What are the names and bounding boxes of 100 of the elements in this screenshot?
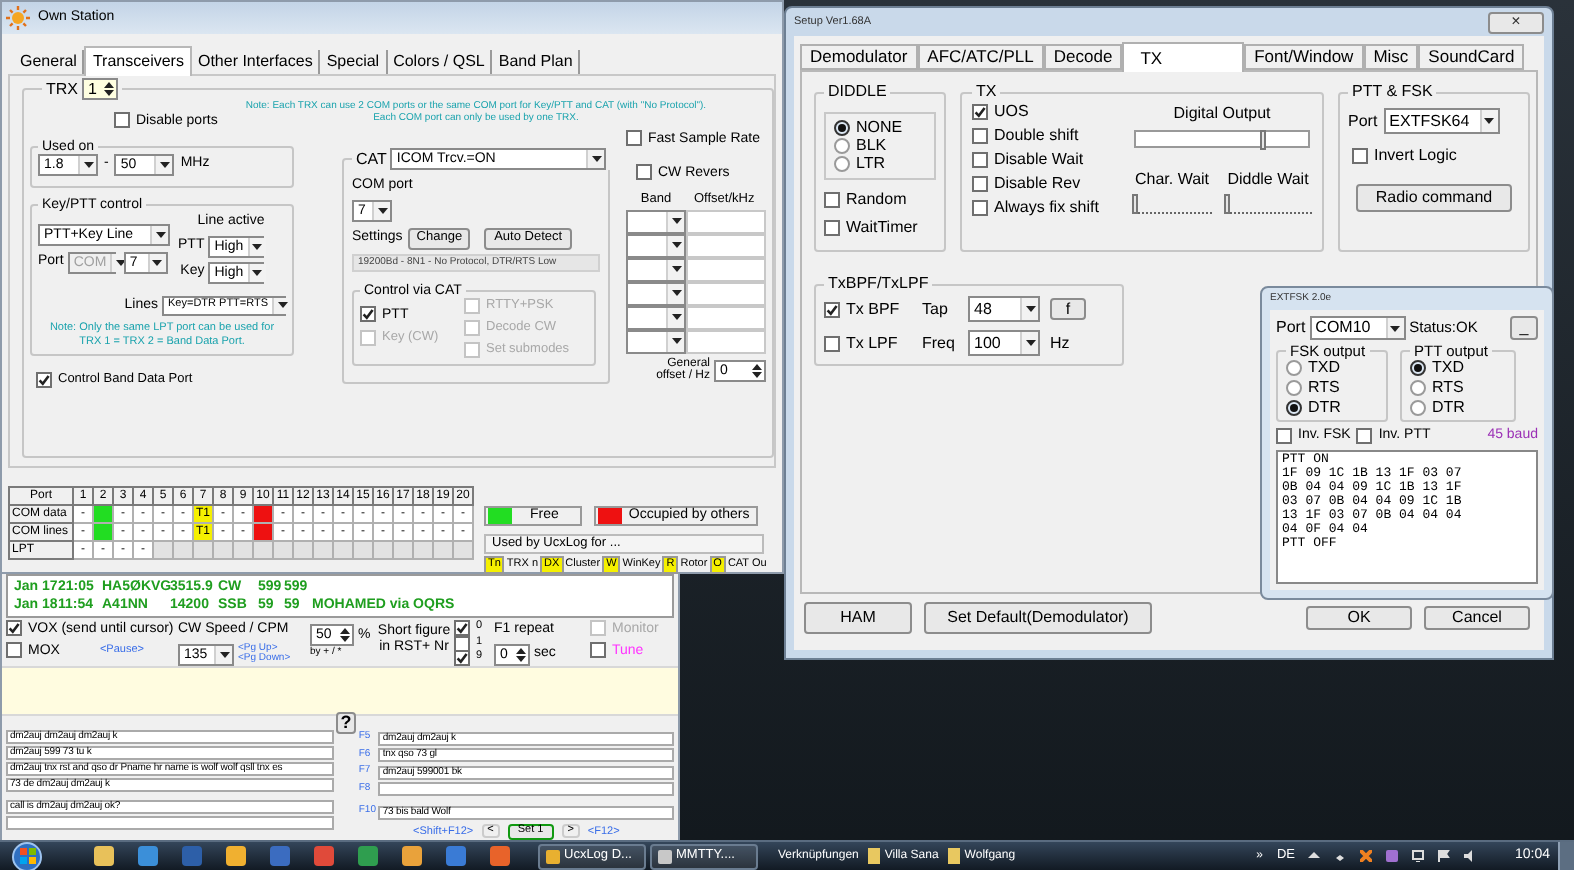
checkbox[interactable]: Tx LPF xyxy=(824,335,916,351)
app-icon[interactable] xyxy=(182,846,202,866)
caret-icon xyxy=(671,290,681,297)
band-dropdown[interactable] xyxy=(626,305,686,330)
checkbox[interactable]: WaitTimer xyxy=(824,220,918,236)
spinner-arrows-icon xyxy=(102,80,116,98)
slider[interactable] xyxy=(1134,130,1310,148)
checkmark-icon xyxy=(826,303,838,315)
macro-field[interactable] xyxy=(378,782,674,796)
text-area[interactable] xyxy=(2,666,678,717)
app-icon[interactable] xyxy=(226,846,246,866)
slider[interactable] xyxy=(1224,196,1312,214)
tab[interactable]: Transceivers xyxy=(84,46,192,76)
caret-icon xyxy=(252,269,263,275)
app-icon[interactable] xyxy=(94,846,114,866)
caret-icon xyxy=(591,156,602,162)
label: Diddle Wait xyxy=(1225,168,1311,192)
help-button[interactable]: ? xyxy=(335,712,357,735)
slider-thumb[interactable] xyxy=(1260,130,1267,150)
tab[interactable]: AFC/ATC/PLL xyxy=(917,44,1044,70)
x-icon xyxy=(1360,850,1373,862)
app-icon xyxy=(658,849,672,863)
app-icon[interactable] xyxy=(446,846,466,866)
caret-icon xyxy=(671,242,681,249)
start-button[interactable] xyxy=(12,841,42,870)
close-button[interactable]: × xyxy=(1488,11,1544,33)
offset-field[interactable] xyxy=(686,209,766,234)
dropdown[interactable]: COM10 xyxy=(1309,316,1406,340)
macro-field[interactable] xyxy=(6,816,334,831)
app-icon[interactable] xyxy=(270,846,290,866)
dropdown[interactable]: 48 xyxy=(968,296,1040,322)
checkbox[interactable]: Double shift xyxy=(972,128,1120,144)
offset-field[interactable] xyxy=(686,233,766,258)
label: Tap xyxy=(922,297,950,321)
dropdown[interactable]: EXTFSK64 xyxy=(1383,108,1500,134)
band-dropdown[interactable] xyxy=(626,281,686,306)
caret-icon xyxy=(671,266,681,273)
four-squares-icon xyxy=(19,848,35,864)
caret-icon xyxy=(252,243,263,249)
checkmark-icon xyxy=(974,106,986,118)
folder-icon xyxy=(868,848,881,864)
caret-icon xyxy=(1484,118,1495,124)
caret-icon xyxy=(115,260,126,266)
spin-box[interactable]: 1 xyxy=(82,78,118,100)
checkmark-icon xyxy=(8,622,20,635)
radio-button[interactable]: BLK xyxy=(834,138,926,154)
checkmark-icon xyxy=(362,308,374,320)
offset-field[interactable] xyxy=(686,281,766,306)
dialog-button[interactable]: Set Default(Demodulator) xyxy=(924,602,1152,634)
checkbox[interactable]: Random xyxy=(824,192,907,208)
show-desktop-button[interactable] xyxy=(1558,841,1574,870)
caret-icon xyxy=(671,218,681,225)
app-icon[interactable] xyxy=(358,846,378,866)
tab[interactable]: SoundCard xyxy=(1418,44,1525,70)
checkbox[interactable]: Always fix shift xyxy=(972,200,1120,216)
checkbox[interactable]: Disable Rev xyxy=(972,176,1120,192)
dialog-button[interactable]: HAM xyxy=(804,602,912,634)
radio-button[interactable]: RTS xyxy=(1410,379,1506,395)
band-dropdown[interactable] xyxy=(626,233,686,258)
caret-icon xyxy=(159,162,170,168)
slider-thumb[interactable] xyxy=(1224,194,1230,214)
app-icon[interactable] xyxy=(138,846,158,866)
radio-button[interactable]: DTR xyxy=(1410,399,1506,415)
sun-icon xyxy=(6,6,30,30)
checkbox[interactable]: Disable Wait xyxy=(972,152,1120,168)
app-icon[interactable] xyxy=(314,846,334,866)
offset-field[interactable] xyxy=(686,305,766,330)
radio-button[interactable]: TXD xyxy=(1286,359,1378,375)
app-icon[interactable] xyxy=(490,846,510,866)
radio-command-button[interactable]: Radio command xyxy=(1356,184,1512,212)
tab[interactable]: Demodulator xyxy=(800,44,918,70)
checkmark-icon xyxy=(456,652,468,664)
minimize-button[interactable]: _ xyxy=(1510,316,1538,340)
radio-button[interactable]: NONE xyxy=(834,120,926,136)
dialog-button[interactable]: OK xyxy=(1306,606,1412,630)
radio-button[interactable]: RTS xyxy=(1286,379,1378,395)
app-icon[interactable] xyxy=(402,846,422,866)
caret-icon xyxy=(277,302,288,309)
checkbox[interactable]: Invert Logic xyxy=(1352,148,1457,164)
dialog-button[interactable]: Cancel xyxy=(1424,606,1530,630)
radio-button[interactable]: LTR xyxy=(834,156,926,172)
offset-field[interactable] xyxy=(686,329,766,354)
tab[interactable]: Misc xyxy=(1363,44,1419,70)
caret-icon xyxy=(671,314,681,321)
f-button[interactable]: f xyxy=(1050,298,1086,320)
band-dropdown[interactable] xyxy=(626,329,686,354)
up-arrow-icon xyxy=(1308,850,1321,862)
radio-button[interactable]: TXD xyxy=(1410,359,1506,375)
checkbox[interactable]: UOS xyxy=(972,104,1120,120)
band-dropdown[interactable] xyxy=(626,209,686,234)
radio-button[interactable]: DTR xyxy=(1286,399,1378,415)
tab[interactable]: Font/Window xyxy=(1244,44,1364,70)
tab[interactable]: Decode xyxy=(1043,44,1123,70)
slider[interactable] xyxy=(1132,196,1212,214)
offset-field[interactable] xyxy=(686,257,766,282)
tab[interactable]: TX xyxy=(1122,42,1245,72)
band-dropdown[interactable] xyxy=(626,257,686,282)
slider-thumb[interactable] xyxy=(1132,194,1138,214)
dropdown[interactable]: 100 xyxy=(968,330,1040,356)
checkbox[interactable]: Tx BPF xyxy=(824,301,916,317)
